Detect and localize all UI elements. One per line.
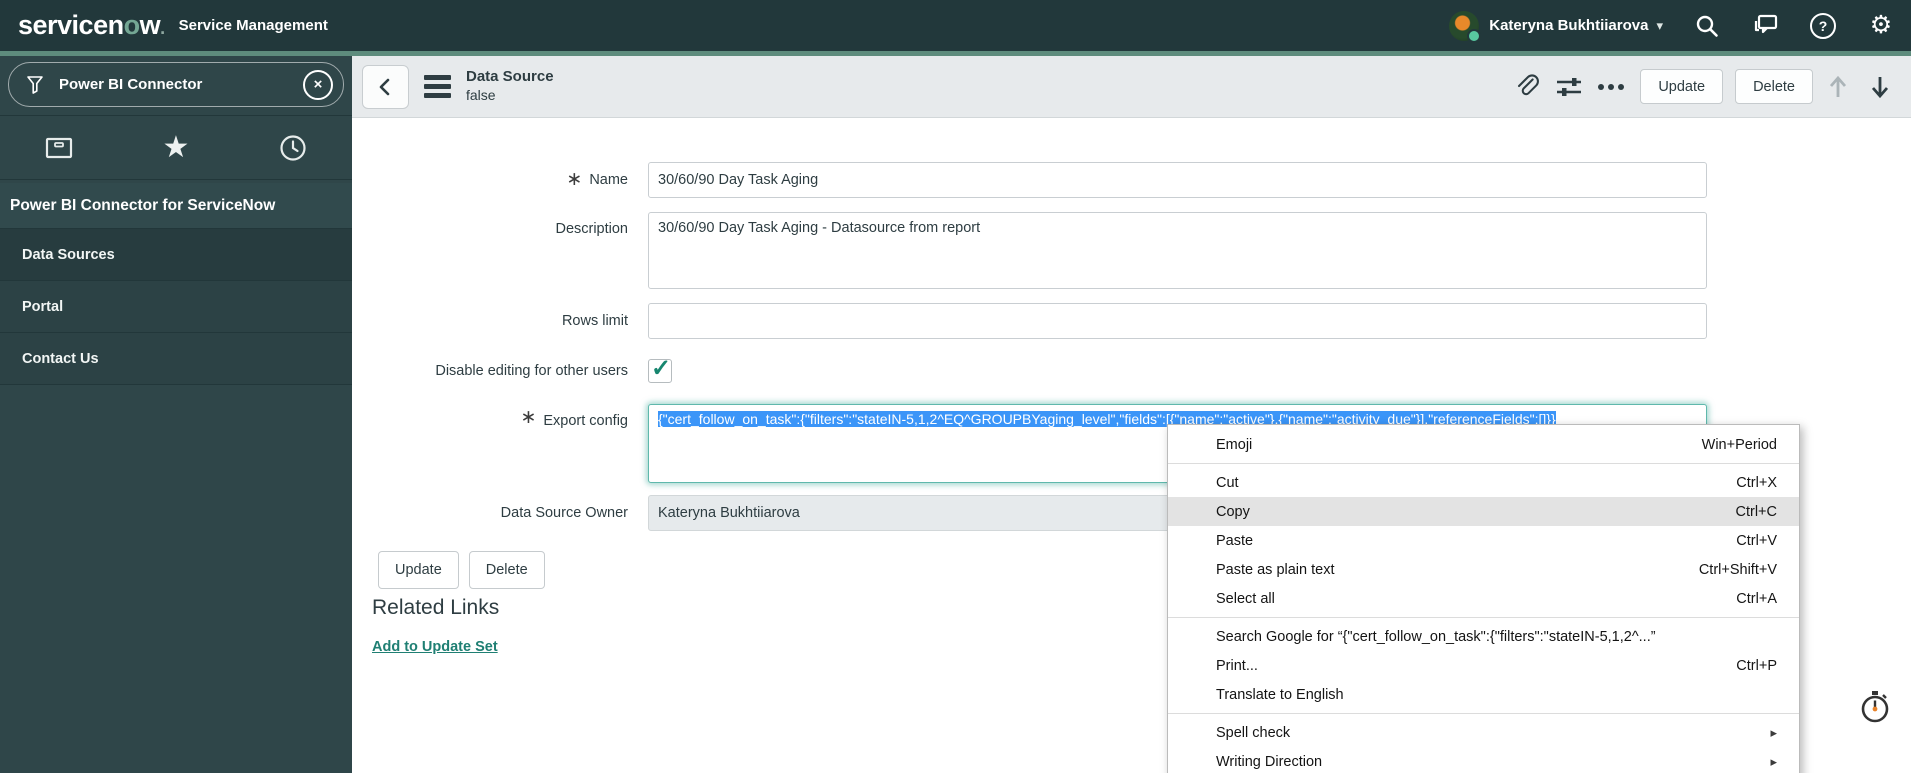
update-button-footer[interactable]: Update	[378, 551, 459, 589]
record-title: Data Source	[466, 68, 554, 86]
more-options-icon[interactable]	[1594, 70, 1628, 104]
filter-funnel-icon	[25, 74, 45, 96]
navigator-filter[interactable]: ×	[8, 62, 344, 107]
related-links-heading: Related Links	[372, 596, 500, 619]
form-button-row: Update Delete	[378, 551, 555, 589]
product-title: Service Management	[178, 17, 328, 34]
export-config-label: ∗ Export config	[520, 407, 628, 429]
field-row-rows-limit: Rows limit	[352, 303, 1707, 339]
archive-box-icon	[45, 137, 72, 158]
sidebar-item-contact-us[interactable]: Contact Us	[0, 333, 352, 385]
menu-separator	[1168, 617, 1799, 618]
chevron-down-icon[interactable]: ▾	[1656, 18, 1663, 34]
back-chevron-icon	[379, 78, 389, 95]
previous-record-icon[interactable]	[1821, 70, 1855, 104]
logo-o: o	[123, 10, 141, 40]
add-to-update-set-link[interactable]: Add to Update Set	[372, 639, 498, 655]
back-button[interactable]	[362, 64, 409, 109]
logo-text-2: w	[139, 10, 161, 40]
sidebar-item-data-sources[interactable]: Data Sources	[0, 229, 352, 281]
app-section-title: Power BI Connector for ServiceNow	[0, 183, 352, 229]
owner-label: Data Source Owner	[500, 505, 628, 521]
rows-limit-label: Rows limit	[561, 313, 628, 329]
tab-all-applications[interactable]	[0, 116, 117, 179]
name-input[interactable]	[648, 162, 1707, 198]
description-textarea[interactable]: 30/60/90 Day Task Aging - Datasource fro…	[648, 212, 1707, 289]
required-icon: ∗	[566, 169, 583, 190]
personalize-form-icon[interactable]	[1552, 70, 1586, 104]
star-icon: ★	[162, 130, 190, 164]
checkmark-icon: ✓	[651, 355, 672, 382]
menu-item-search-google[interactable]: Search Google for “{"cert_follow_on_task…	[1168, 622, 1799, 651]
menu-item-copy[interactable]: Copy Ctrl+C	[1168, 497, 1799, 526]
description-label: Description	[555, 221, 628, 237]
search-icon[interactable]	[1693, 12, 1721, 40]
filter-navigator-input[interactable]	[57, 75, 303, 94]
menu-separator	[1168, 463, 1799, 464]
application-navigator: × ★ Power BI Connector for ServiceNow Da…	[0, 56, 352, 773]
menu-item-emoji[interactable]: Emoji Win+Period	[1168, 430, 1799, 459]
top-banner: servicen o w. Service Management Kateryna …	[0, 0, 1911, 51]
sidebar-item-portal[interactable]: Portal	[0, 281, 352, 333]
name-label: ∗ Name	[566, 169, 628, 190]
submenu-arrow-icon: ▸	[1770, 724, 1777, 740]
servicenow-window: servicen o w. Service Management Kateryna …	[0, 0, 1911, 773]
rows-limit-input[interactable]	[648, 303, 1707, 339]
attachment-paperclip-icon[interactable]	[1510, 70, 1544, 104]
menu-item-translate[interactable]: Translate to English	[1168, 680, 1799, 709]
required-icon: ∗	[520, 407, 537, 428]
form-context-menu-icon[interactable]	[424, 75, 451, 98]
menu-item-writing-direction[interactable]: Writing Direction ▸	[1168, 747, 1799, 773]
clock-icon	[280, 134, 306, 161]
logo-text: servicen	[18, 10, 124, 40]
disable-editing-checkbox[interactable]: ✓	[648, 355, 672, 383]
field-row-name: ∗ Name	[352, 162, 1707, 198]
next-record-icon[interactable]	[1863, 70, 1897, 104]
presence-dot-icon	[1467, 28, 1482, 43]
form-header: Data Source false Update Delete	[352, 56, 1911, 118]
user-name[interactable]: Kateryna Bukhtiiarova	[1489, 17, 1648, 34]
browser-context-menu: Emoji Win+Period Cut Ctrl+X Copy Ctrl+C Pas…	[1167, 424, 1800, 773]
disable-editing-label: Disable editing for other users	[435, 363, 628, 379]
response-time-stopwatch-icon[interactable]	[1856, 688, 1894, 733]
navigator-tabs: ★	[0, 115, 352, 180]
logo-dot: .	[160, 18, 165, 38]
tab-history[interactable]	[235, 116, 352, 179]
delete-button-header[interactable]: Delete	[1735, 69, 1813, 104]
gear-icon[interactable]: ⚙	[1867, 12, 1895, 40]
tab-favorites[interactable]: ★	[117, 116, 234, 179]
menu-separator	[1168, 713, 1799, 714]
menu-item-paste-plain[interactable]: Paste as plain text Ctrl+Shift+V	[1168, 555, 1799, 584]
user-avatar[interactable]	[1449, 10, 1482, 43]
menu-item-paste[interactable]: Paste Ctrl+V	[1168, 526, 1799, 555]
clear-filter-icon[interactable]: ×	[303, 69, 333, 100]
menu-item-spell-check[interactable]: Spell check ▸	[1168, 718, 1799, 747]
help-icon[interactable]: ?	[1809, 12, 1837, 40]
delete-button-footer[interactable]: Delete	[468, 551, 545, 589]
menu-item-cut[interactable]: Cut Ctrl+X	[1168, 468, 1799, 497]
menu-item-select-all[interactable]: Select all Ctrl+A	[1168, 584, 1799, 613]
field-row-disable-editing: Disable editing for other users ✓	[352, 355, 1707, 383]
menu-item-print[interactable]: Print... Ctrl+P	[1168, 651, 1799, 680]
field-row-description: Description 30/60/90 Day Task Aging - Da…	[352, 212, 1707, 294]
update-button-header[interactable]: Update	[1640, 69, 1724, 104]
record-subtitle: false	[466, 87, 496, 104]
servicenow-logo[interactable]: servicen o w.	[18, 10, 165, 41]
submenu-arrow-icon: ▸	[1770, 753, 1777, 769]
chat-icon[interactable]	[1751, 12, 1779, 40]
